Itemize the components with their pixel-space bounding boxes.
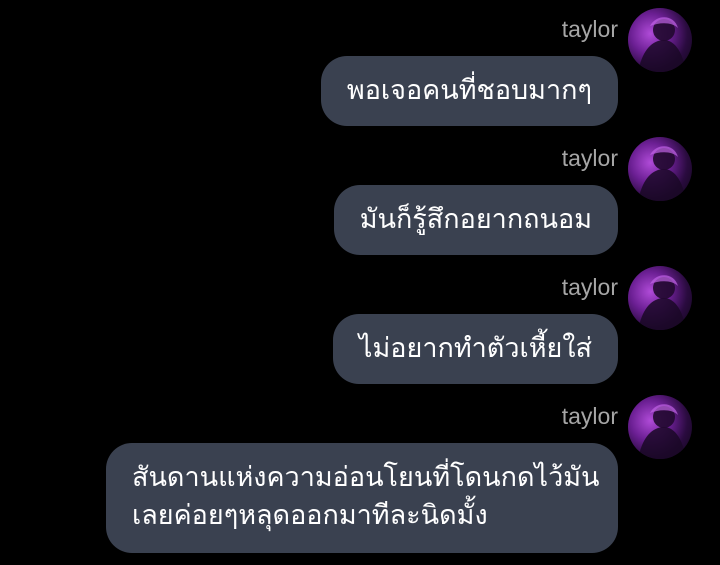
message-text: ไม่อยากทำตัวเหี้ยใส่: [358, 333, 592, 364]
message-bubble[interactable]: สันดานแห่งความอ่อนโยนที่โดนกดไว้มัน เลยค…: [106, 443, 618, 553]
profile-avatar-icon: [638, 146, 686, 201]
sender-name: taylor: [561, 274, 618, 300]
sender-name: taylor: [561, 16, 618, 42]
avatar[interactable]: [628, 395, 692, 459]
avatar[interactable]: [628, 266, 692, 330]
message-bubble[interactable]: ไม่อยากทำตัวเหี้ยใส่: [332, 314, 618, 384]
message-bubble[interactable]: มันก็รู้สึกอยากถนอม: [333, 185, 618, 255]
message-text: มันก็รู้สึกอยากถนอม: [359, 204, 592, 235]
message-text-line-2: เลยค่อยๆหลุดออกมาทีละนิดมั้ง: [132, 500, 488, 531]
sender-name: taylor: [561, 145, 618, 171]
message-text: พอเจอคนที่ชอบมากๆ: [346, 75, 592, 106]
message-text-line-1: สันดานแห่งความอ่อนโยนที่โดนกดไว้มัน: [132, 462, 600, 493]
profile-avatar-icon: [638, 404, 686, 459]
sender-name: taylor: [561, 403, 618, 429]
message-bubble[interactable]: พอเจอคนที่ชอบมากๆ: [320, 56, 618, 126]
profile-avatar-icon: [638, 17, 686, 72]
profile-avatar-icon: [638, 275, 686, 330]
avatar[interactable]: [628, 8, 692, 72]
avatar[interactable]: [628, 137, 692, 201]
